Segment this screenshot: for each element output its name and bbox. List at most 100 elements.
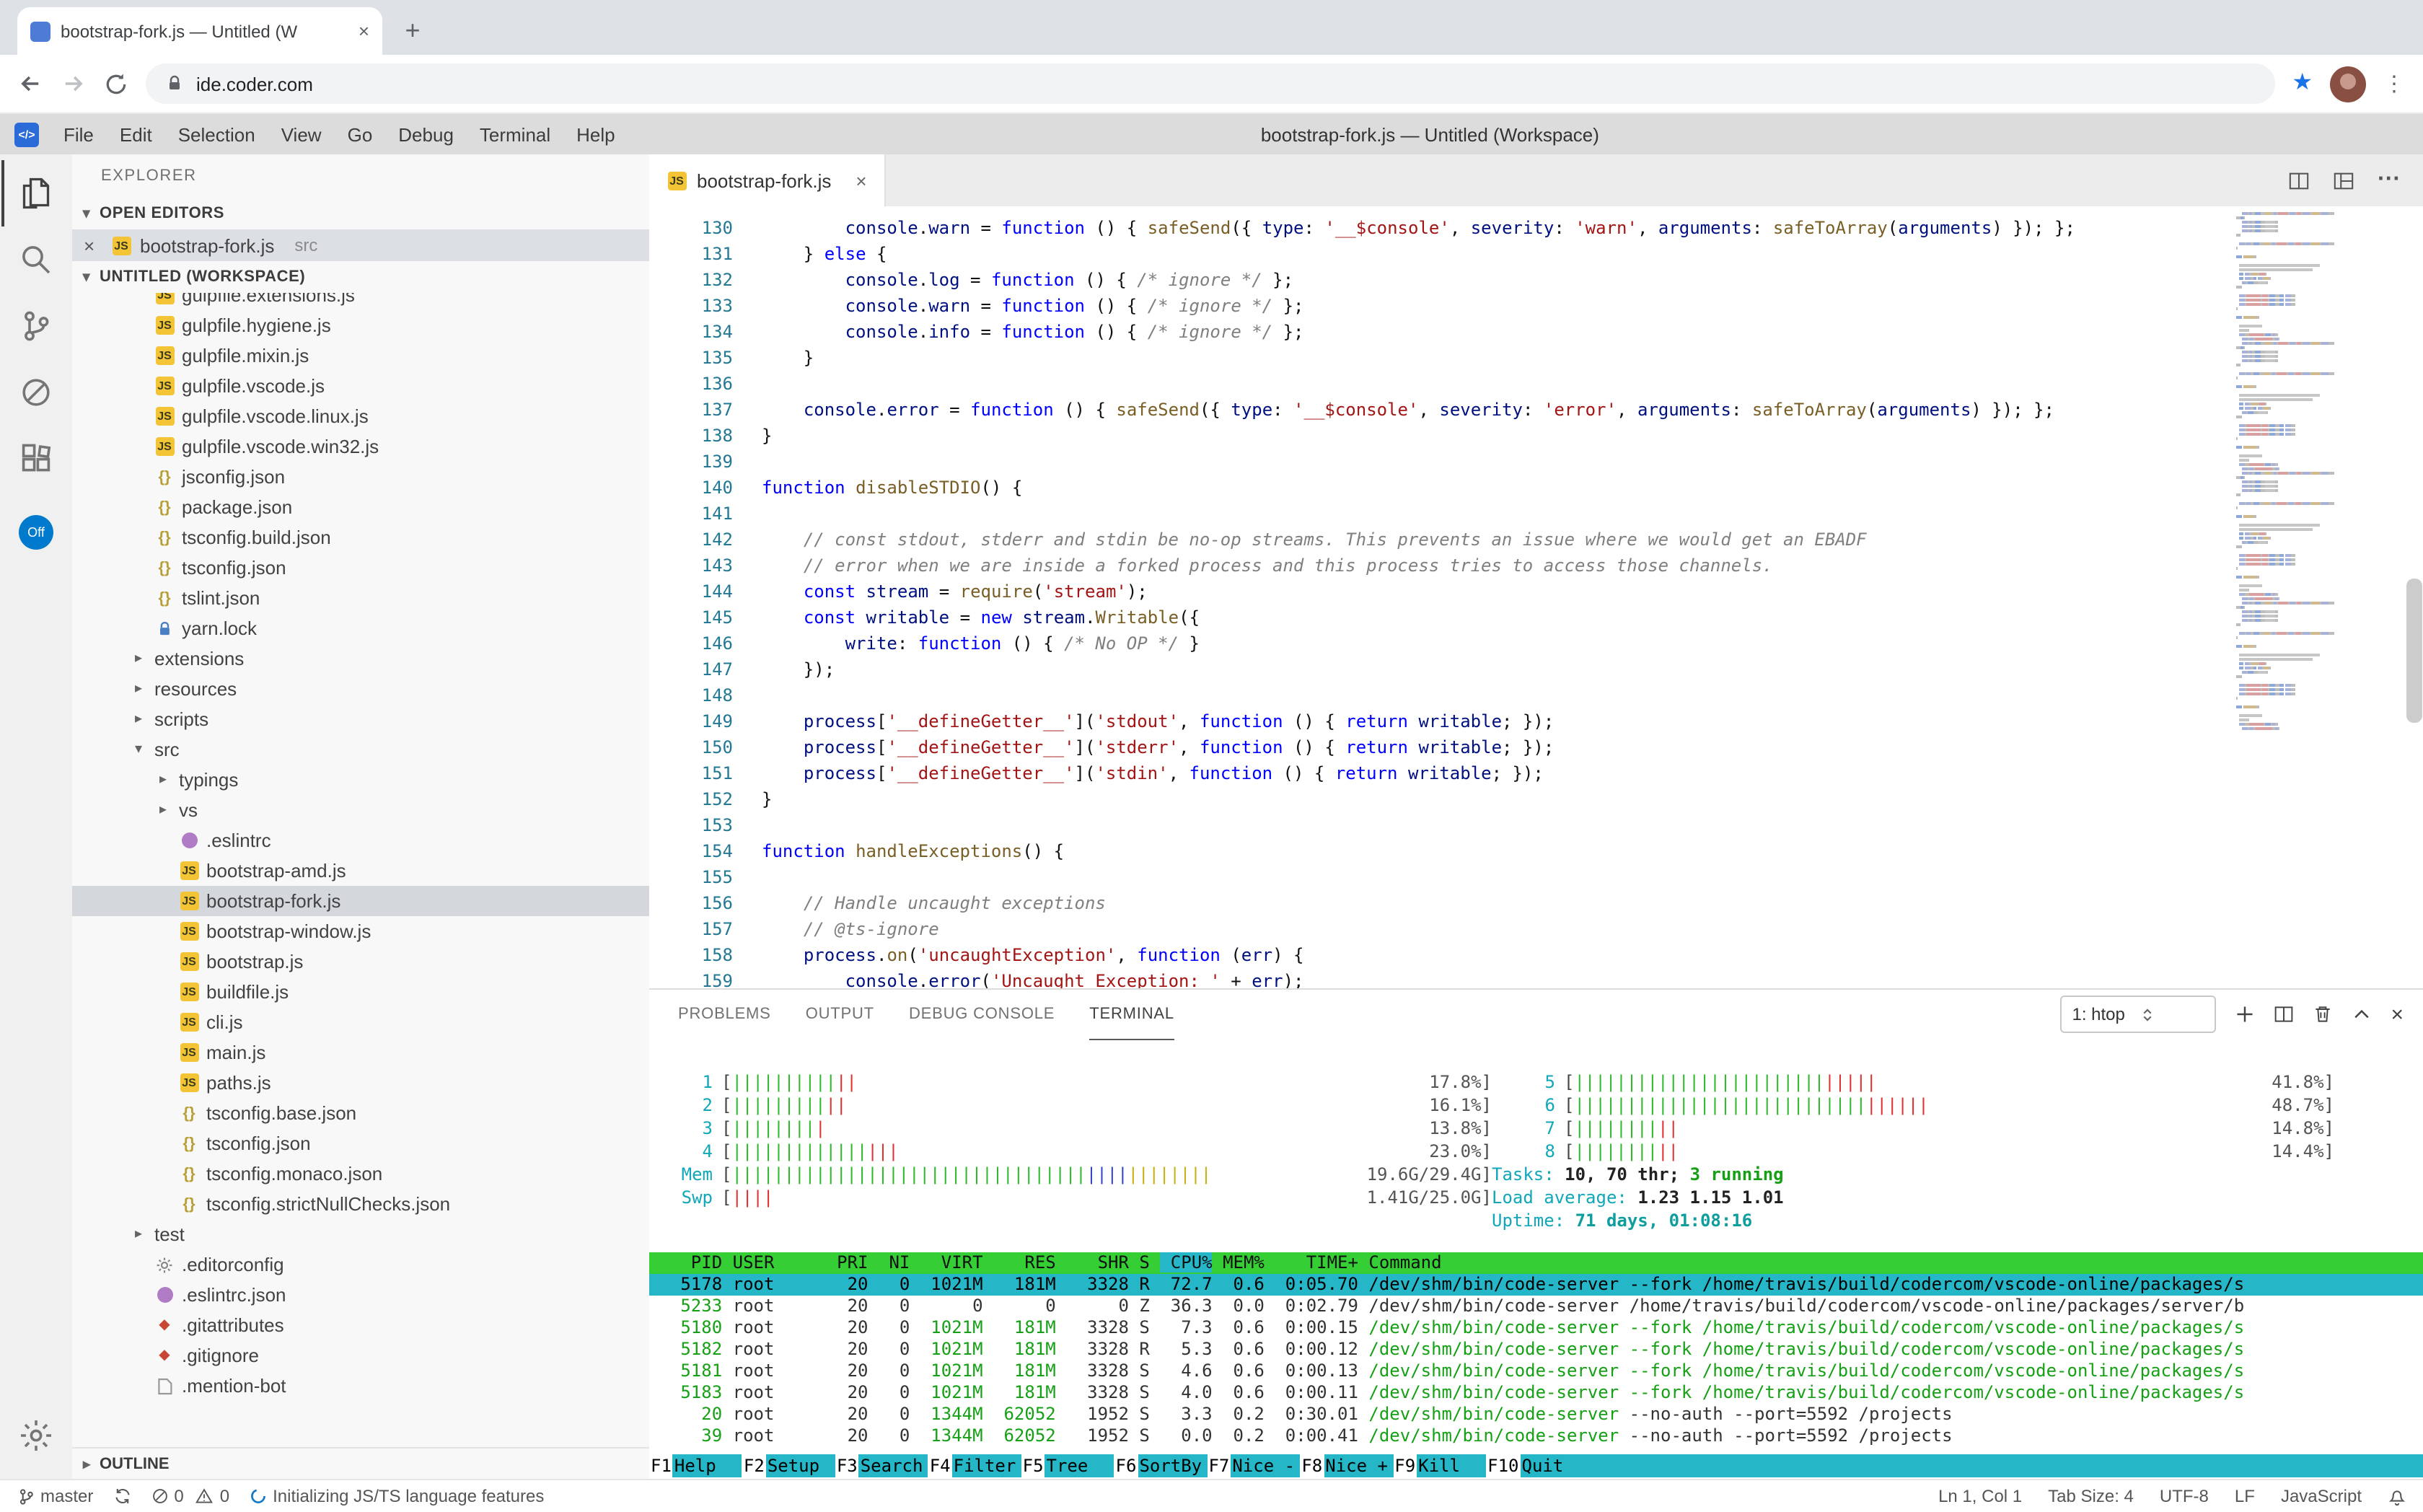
panel-tab-problems[interactable]: PROBLEMS (678, 990, 771, 1039)
code-line[interactable]: 146 write: function () { /* No OP */ } (649, 630, 2233, 656)
tree-item[interactable]: JSbootstrap-amd.js (72, 856, 649, 886)
code-line[interactable]: 153 (649, 812, 2233, 838)
outline-header[interactable]: ▸ OUTLINE (72, 1447, 649, 1480)
tree-item[interactable]: {}tsconfig.base.json (72, 1098, 649, 1128)
tree-item[interactable]: .eslintrc.json (72, 1280, 649, 1310)
maximize-panel-icon[interactable] (2352, 1004, 2372, 1024)
new-tab-button[interactable]: + (394, 12, 431, 49)
code-line[interactable]: 138} (649, 423, 2233, 449)
bookmark-star-icon[interactable]: ★ (2292, 72, 2313, 95)
tree-item[interactable]: JSbuildfile.js (72, 977, 649, 1007)
tree-item[interactable]: {}tslint.json (72, 583, 649, 613)
code-line[interactable]: 134 console.info = function () { /* igno… (649, 319, 2233, 345)
tree-item[interactable]: {}tsconfig.monaco.json (72, 1159, 649, 1189)
code-line[interactable]: 130 console.warn = function () { safeSen… (649, 215, 2233, 241)
eol[interactable]: LF (2235, 1486, 2255, 1506)
panel-tab-terminal[interactable]: TERMINAL (1089, 989, 1174, 1040)
menu-selection[interactable]: Selection (165, 124, 268, 146)
language-status-item[interactable]: Initializing JS/TS language features (250, 1486, 544, 1506)
tree-item[interactable]: ▸typings (72, 765, 649, 795)
branch-item[interactable]: master (17, 1486, 93, 1506)
extensions-icon[interactable] (1, 426, 71, 492)
split-editor-icon[interactable] (2288, 170, 2310, 191)
tree-item[interactable]: ◆.gitignore (72, 1340, 649, 1371)
tree-item[interactable]: JSmain.js (72, 1037, 649, 1068)
open-editors-header[interactable]: ▾ OPEN EDITORS (72, 198, 649, 229)
source-control-icon[interactable] (1, 293, 71, 359)
search-icon[interactable] (1, 227, 71, 293)
code-line[interactable]: 140function disableSTDIO() { (649, 475, 2233, 501)
settings-gear-icon[interactable] (1, 1402, 71, 1469)
code-line[interactable]: 148 (649, 682, 2233, 708)
tab-size[interactable]: Tab Size: 4 (2048, 1486, 2134, 1506)
close-icon[interactable]: × (84, 234, 102, 256)
code-line[interactable]: 145 const writable = new stream.Writable… (649, 605, 2233, 630)
terminal[interactable]: 1[||||||||||||17.8%]5[||||||||||||||||||… (649, 1039, 2423, 1480)
tree-item[interactable]: JSbootstrap.js (72, 946, 649, 977)
tree-item[interactable]: JSgulpfile.mixin.js (72, 340, 649, 371)
panel-tab-debug-console[interactable]: DEBUG CONSOLE (909, 990, 1055, 1039)
site-info-icon[interactable] (166, 75, 183, 92)
code-line[interactable]: 143 // error when we are inside a forked… (649, 553, 2233, 579)
editor-tab[interactable]: JS bootstrap-fork.js × (649, 154, 886, 206)
encoding[interactable]: UTF-8 (2160, 1486, 2209, 1506)
avatar[interactable] (2330, 66, 2366, 102)
tree-item[interactable]: {}tsconfig.build.json (72, 522, 649, 553)
code-line[interactable]: 139 (649, 449, 2233, 475)
tree-item[interactable]: JScli.js (72, 1007, 649, 1037)
explorer-icon[interactable] (1, 160, 71, 227)
language-mode[interactable]: JavaScript (2281, 1486, 2362, 1506)
code-line[interactable]: 147 }); (649, 656, 2233, 682)
menu-file[interactable]: File (50, 124, 107, 146)
close-panel-icon[interactable]: × (2391, 1002, 2404, 1027)
tree-item[interactable]: JSgulpfile.hygiene.js (72, 310, 649, 340)
layout-icon[interactable] (2333, 170, 2354, 191)
tab-close-icon[interactable]: × (856, 170, 866, 191)
tree-item[interactable]: ▾src (72, 734, 649, 765)
app-logo[interactable]: </> (14, 123, 39, 147)
sync-item[interactable] (113, 1487, 131, 1505)
code-line[interactable]: 142 // const stdout, stderr and stdin be… (649, 527, 2233, 553)
code-line[interactable]: 133 console.warn = function () { /* igno… (649, 293, 2233, 319)
open-editor-item[interactable]: × JS bootstrap-fork.js src (72, 229, 649, 261)
circle-slash-icon[interactable] (1, 359, 71, 426)
tree-item[interactable]: JSbootstrap-fork.js (72, 886, 649, 916)
code-line[interactable]: 155 (649, 864, 2233, 890)
code-line[interactable]: 158 process.on('uncaughtException', func… (649, 942, 2233, 968)
code-line[interactable]: 131 } else { (649, 241, 2233, 267)
forward-icon[interactable] (61, 71, 87, 97)
code-line[interactable]: 159 console.error('Uncaught Exception: '… (649, 968, 2233, 990)
address-bar[interactable]: ide.coder.com (146, 63, 2274, 104)
code-line[interactable]: 149 process['__defineGetter__']('stdout'… (649, 708, 2233, 734)
tree-item[interactable]: ▸vs (72, 795, 649, 825)
code-line[interactable]: 136 (649, 371, 2233, 397)
code-line[interactable]: 152} (649, 786, 2233, 812)
kill-terminal-icon[interactable] (2313, 1004, 2333, 1024)
editor-scrollbar[interactable] (2406, 579, 2422, 723)
notifications-bell-icon[interactable] (2388, 1487, 2406, 1506)
tab-close-icon[interactable]: × (359, 20, 369, 42)
panel-tab-output[interactable]: OUTPUT (806, 990, 874, 1039)
code-line[interactable]: 150 process['__defineGetter__']('stderr'… (649, 734, 2233, 760)
tree-item[interactable]: ▸test (72, 1219, 649, 1249)
tree-item[interactable]: {}tsconfig.json (72, 553, 649, 583)
menu-terminal[interactable]: Terminal (467, 124, 563, 146)
code-line[interactable]: 151 process['__defineGetter__']('stdin',… (649, 760, 2233, 786)
menu-help[interactable]: Help (563, 124, 628, 146)
menu-go[interactable]: Go (335, 124, 386, 146)
tree-item[interactable]: yarn.lock (72, 613, 649, 643)
code-line[interactable]: 137 console.error = function () { safeSe… (649, 397, 2233, 423)
menu-debug[interactable]: Debug (385, 124, 467, 146)
code-line[interactable]: 135 } (649, 345, 2233, 371)
code-line[interactable]: 141 (649, 501, 2233, 527)
browser-tab[interactable]: bootstrap-fork.js — Untitled (W × (17, 7, 382, 55)
menu-edit[interactable]: Edit (107, 124, 165, 146)
back-icon[interactable] (17, 71, 43, 97)
tree-item[interactable]: {}jsconfig.json (72, 462, 649, 492)
tree-item[interactable]: JSgulpfile.extensions.js (72, 293, 649, 310)
tree-item[interactable]: .eslintrc (72, 825, 649, 856)
tree-item[interactable]: {}tsconfig.json (72, 1128, 649, 1159)
tree-item[interactable]: .mention-bot (72, 1371, 649, 1401)
code-area[interactable]: 130 console.warn = function () { safeSen… (649, 215, 2233, 990)
code-line[interactable]: 144 const stream = require('stream'); (649, 579, 2233, 605)
